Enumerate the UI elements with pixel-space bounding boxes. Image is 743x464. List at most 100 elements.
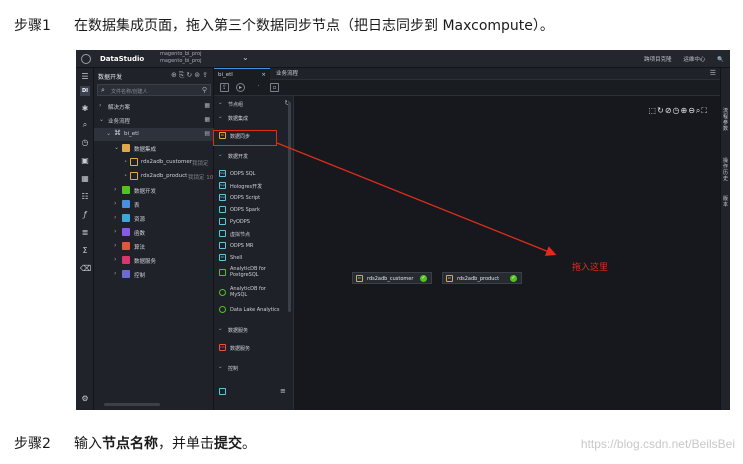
refresh-icon[interactable]: ↻ [657,106,665,115]
control-node-icon [219,388,226,395]
tree-search-input[interactable]: ⌕ 文件名称/创建人 ⚲ [97,84,211,96]
palette-item-data-lake-analytics[interactable]: Data Lake Analytics [214,304,294,315]
trash-icon[interactable]: ⌫ [80,264,91,274]
sql-node-icon: Sql [219,170,226,177]
grid-icon[interactable]: ▦ [204,102,210,109]
workspace-selector[interactable]: magento_bi_proj magento_bi_proj [160,51,202,65]
step1-number: 步骤1 [14,18,51,34]
clock-icon[interactable]: ◷ [673,106,681,115]
step2-bold-node-name: 节点名称 [102,436,158,452]
zoom-out-icon[interactable]: ⊖ [688,106,696,115]
fit-icon[interactable]: ⛶ [701,106,708,115]
puzzle-icon[interactable]: ✱ [80,104,90,114]
palette-item-pyodps[interactable]: PyODPS [214,216,294,227]
panel-icon[interactable]: ▤ [204,130,210,137]
filter-icon[interactable]: ⚲ [202,86,207,94]
tree-item-data-integration[interactable]: ⌄ 数据集成 [94,142,214,155]
tree-item-control[interactable]: › 控制 [94,268,214,281]
palette-section-service[interactable]: ⌄ 数据服务 [214,324,294,335]
save-icon[interactable]: ▫ [270,83,279,92]
apps-icon[interactable] [81,54,91,64]
tree-item-rds2adb-product[interactable]: • rds2adb_product 我锁定 10 [94,170,214,183]
palette-scrollbar[interactable] [288,102,291,312]
horizontal-scrollbar[interactable] [104,403,160,406]
search-icon[interactable]: 🔍 [717,57,724,63]
tree-item-data-service[interactable]: › 数据服务 [94,254,214,267]
chevron-down-icon[interactable]: ⌄ [242,53,249,62]
palette-item-data-service[interactable]: DS 数据服务 [214,342,294,353]
tree-item-tables[interactable]: › 表 [94,198,214,211]
menu-icon[interactable]: ☰ [710,69,716,77]
tree-item-bi-etl[interactable]: ⌄ ⌘ bi_etl ▤ [94,128,214,141]
palette-item-hologres[interactable]: Sql Hologres开发 [214,180,294,191]
function-icon[interactable]: ƒ [80,210,90,220]
tree-item-rds2adb-customer[interactable]: • rds2adb_customer 我锁定 [94,156,214,169]
canvas-node-rds2adb-customer[interactable]: DI rds2adb_customer ✓ [352,272,432,284]
chevron-down-icon: ⌄ [114,144,120,151]
grid-icon[interactable]: ▦ [204,116,210,123]
palette-header[interactable]: ⌄ 节点组 ↻ [214,98,294,109]
palette-item-odps-mr[interactable]: ODPS MR [214,240,294,251]
tree-item-label: 表 [134,203,140,209]
chevron-right-icon: › [114,228,117,235]
canvas-node-rds2adb-product[interactable]: DI rds2adb_product ✓ [442,272,522,284]
search-icon[interactable]: ⌕ [80,120,90,130]
palette-item-odps-script[interactable]: Sql ODPS Script [214,192,294,203]
collapse-icon[interactable]: ≡ [280,387,286,395]
palette-collapse[interactable]: ≡ [214,386,294,397]
table-icon[interactable]: ▦ [80,174,90,184]
tree-item-algorithms[interactable]: › 算法 [94,240,214,253]
palette-item-shell[interactable]: Sh Shell [214,252,294,263]
workspace-line2: magento_bi_proj [160,58,202,64]
run-icon[interactable]: ▸ [236,83,245,92]
watermark: https://blog.csdn.net/BeilsBei [580,437,735,451]
step2-text-mid: ，并单击 [158,436,214,452]
item-label: PyODPS [230,219,250,225]
palette-item-virtual-node[interactable]: 虚拟节点 [214,228,294,239]
tab-business-flow[interactable]: 业务流程 [272,68,302,80]
item-label: Hologres开发 [230,184,263,190]
version-tab[interactable]: 版本 [723,196,729,208]
palette-item-odps-spark[interactable]: ODPS Spark [214,204,294,215]
clock-icon[interactable]: ◷ [80,138,90,148]
palette-section-control[interactable]: ⌄ 控制 [214,362,294,373]
tree-item-data-dev[interactable]: › 数据开发 [94,184,214,197]
tree-item-business-flow[interactable]: ⌄ 业务流程 ▦ [94,114,214,127]
gear-icon[interactable]: ⚙ [80,394,90,404]
flow-params-tab[interactable]: 流程参数 [723,108,729,132]
palette-section-integration[interactable]: ⌄ 数据集成 [214,112,294,123]
stop-icon[interactable]: · [254,83,263,92]
tree-item-resources[interactable]: › 资源 [94,212,214,225]
tab-bi-etl[interactable]: bi_etl × [214,68,270,80]
step2-text-pre: 输入 [74,436,102,452]
palette-section-dev[interactable]: ⌄ 数据开发 [214,150,294,161]
select-icon[interactable]: ⬚ [649,106,658,115]
grid-icon[interactable]: ☷ [80,192,90,202]
tree-toolbar-icons[interactable]: ⊕⎘↻⊚⇪ [171,71,210,80]
canvas-toolbar[interactable]: ⬚↻⊘◷⊕⊖⌕⛶ [649,106,708,116]
step1-text: 在数据集成页面，拖入第三个数据同步节点（把日志同步到 Maxcompute）。 [74,18,554,34]
workflow-canvas[interactable]: ⬚↻⊘◷⊕⊖⌕⛶ DI rds2adb_customer ✓ DI rds2ad… [294,96,720,410]
palette-item-adb-postgresql[interactable]: AnalyticDB for PostgreSQL [214,264,294,282]
tree-item-functions[interactable]: › 函数 [94,226,214,239]
spark-node-icon [219,206,226,213]
tree-item-label: bi_etl [124,131,139,137]
menu-icon[interactable]: ☰ [80,72,90,82]
briefcase-icon[interactable]: ▣ [80,156,90,166]
palette-item-adb-mysql[interactable]: AnalyticDB for MySQL [214,284,294,302]
cancel-icon[interactable]: ⊘ [665,106,673,115]
history-tab[interactable]: 操作历史 [723,158,729,182]
ops-center-link[interactable]: 运维中心 [683,57,705,63]
item-label: ODPS MR [230,243,254,249]
top-bar: DataStudio magento_bi_proj magento_bi_pr… [76,50,730,68]
cross-project-clone-link[interactable]: 跨项目克隆 [644,57,672,63]
palette-item-odps-sql[interactable]: Sql ODPS SQL [214,168,294,179]
tree-item-solutions[interactable]: › 解决方案 ▦ [94,100,214,113]
tree-item-label: rds2adb_customer [141,159,193,165]
list-icon[interactable]: ≣ [80,228,90,238]
section-label: 数据服务 [228,328,249,334]
di-icon[interactable]: DI [80,86,90,96]
sigma-icon[interactable]: Σ [80,246,90,256]
submit-icon[interactable]: ⇪ [220,83,229,92]
tree-item-label: 算法 [134,245,146,251]
